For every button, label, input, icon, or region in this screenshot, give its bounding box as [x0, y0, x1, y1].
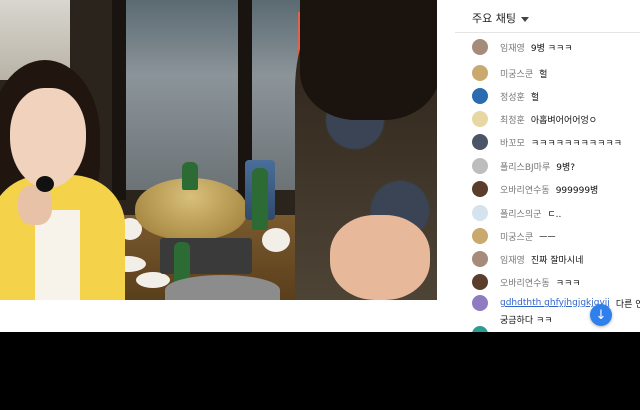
chat-message: 폴리스의군 ㄷ.. [472, 204, 561, 222]
caret-down-icon [520, 16, 529, 22]
bottle [252, 168, 268, 230]
message-author[interactable]: 임재영 [500, 253, 525, 266]
chat-message: 임재영 9병 ㅋㅋㅋ [472, 38, 573, 56]
window-frame [112, 0, 126, 200]
message-text: ㅋㅋㅋ [555, 278, 581, 289]
microphone [36, 176, 54, 192]
message-author[interactable]: 폴리스의군 [500, 207, 541, 220]
scroll-to-bottom-button[interactable]: ↓ [590, 304, 612, 326]
chat-panel: 주요 채팅 임재영 9병 ㅋㅋㅋ 미궁스쿤 헐 정성훈 헐 최정훈 아홉벼어어어… [455, 0, 640, 332]
avatar[interactable] [472, 158, 488, 174]
avatar[interactable] [472, 295, 488, 311]
window-center [120, 0, 320, 190]
video-player[interactable] [0, 0, 437, 300]
chat-mode-label: 주요 채팅 [472, 12, 516, 25]
message-text: 9병 ㅋㅋㅋ [530, 43, 573, 54]
message-text: 다른 연 [615, 299, 640, 310]
side-dish [136, 272, 170, 288]
divider [455, 32, 640, 33]
avatar[interactable] [472, 134, 488, 150]
avatar[interactable] [472, 88, 488, 104]
chat-message: 미궁스쿤 ㅡㅡ [472, 227, 556, 245]
message-text: 헐 [539, 69, 548, 80]
bottle [182, 162, 198, 190]
avatar[interactable] [472, 251, 488, 267]
message-text: ㄷ.. [547, 209, 562, 220]
avatar[interactable] [472, 326, 488, 332]
person2-hand [330, 215, 430, 300]
avatar[interactable] [472, 205, 488, 221]
chat-message: 오바리연수동 999999병 [472, 180, 598, 198]
message-author[interactable]: 바꼬모 [500, 136, 525, 149]
avatar[interactable] [472, 274, 488, 290]
chat-mode-dropdown[interactable]: 주요 채팅 [472, 10, 529, 26]
avatar[interactable] [472, 65, 488, 81]
message-author[interactable]: 임재영 [500, 41, 525, 54]
message-text: 진짜 잘마시네 [530, 255, 584, 266]
message-text: 9병? [556, 162, 576, 173]
message-text-continued: 궁금하다 ㅋㅋ [500, 316, 553, 326]
person-face [10, 88, 86, 188]
avatar[interactable] [472, 39, 488, 55]
chat-message: gdhdthth ghfyjhgjgkjgyjj 다른 연 궁금하다 ㅋㅋ [472, 295, 640, 326]
message-author[interactable]: 정성훈 [500, 90, 525, 103]
message-author[interactable]: 미궁스쿤 [500, 230, 533, 243]
screen: 주요 채팅 임재영 9병 ㅋㅋㅋ 미궁스쿤 헐 정성훈 헐 최정훈 아홉벼어어어… [0, 0, 640, 410]
message-author[interactable]: 최정훈 [500, 113, 525, 126]
message-text: ㅋㅋㅋㅋㅋㅋㅋㅋㅋㅋㅋ [530, 138, 622, 149]
avatar[interactable] [472, 228, 488, 244]
chat-message: 임재영 진짜 잘마시네 [472, 250, 583, 268]
video-bottom-gap [0, 300, 437, 332]
chat-message: 폴리스BJ마루 9병? [472, 157, 575, 175]
chat-message: 미궁스쿤 헐 [472, 64, 547, 82]
bowl [262, 228, 290, 252]
message-text: 아홉벼어어어엉ㅇ [530, 115, 598, 126]
message-author[interactable]: 오바리연수동 [500, 183, 550, 196]
message-author[interactable]: 폴리스BJ마루 [500, 160, 550, 173]
stream-area: 주요 채팅 임재영 9병 ㅋㅋㅋ 미궁스쿤 헐 정성훈 헐 최정훈 아홉벼어어어… [0, 0, 640, 332]
message-author[interactable]: 오바리연수동 [500, 276, 550, 289]
message-text: 999999병 [555, 185, 599, 196]
message-text: ㅡㅡ [539, 232, 556, 243]
message-author[interactable]: 미궁스쿤 [500, 67, 533, 80]
person2-hair [300, 0, 437, 120]
arrow-down-icon: ↓ [595, 307, 607, 323]
chat-message: 정성훈 헐 [472, 87, 539, 105]
avatar[interactable] [472, 181, 488, 197]
avatar[interactable] [472, 111, 488, 127]
chat-message: 최정훈 아홉벼어어어엉ㅇ [472, 110, 597, 128]
chat-message: 바꼬모 ㅋㅋㅋㅋㅋㅋㅋㅋㅋㅋㅋ [472, 133, 622, 151]
message-text: 헐 [530, 92, 540, 103]
pan [165, 275, 280, 300]
chat-message: 오바리연수동 ㅋㅋㅋ [472, 273, 581, 291]
